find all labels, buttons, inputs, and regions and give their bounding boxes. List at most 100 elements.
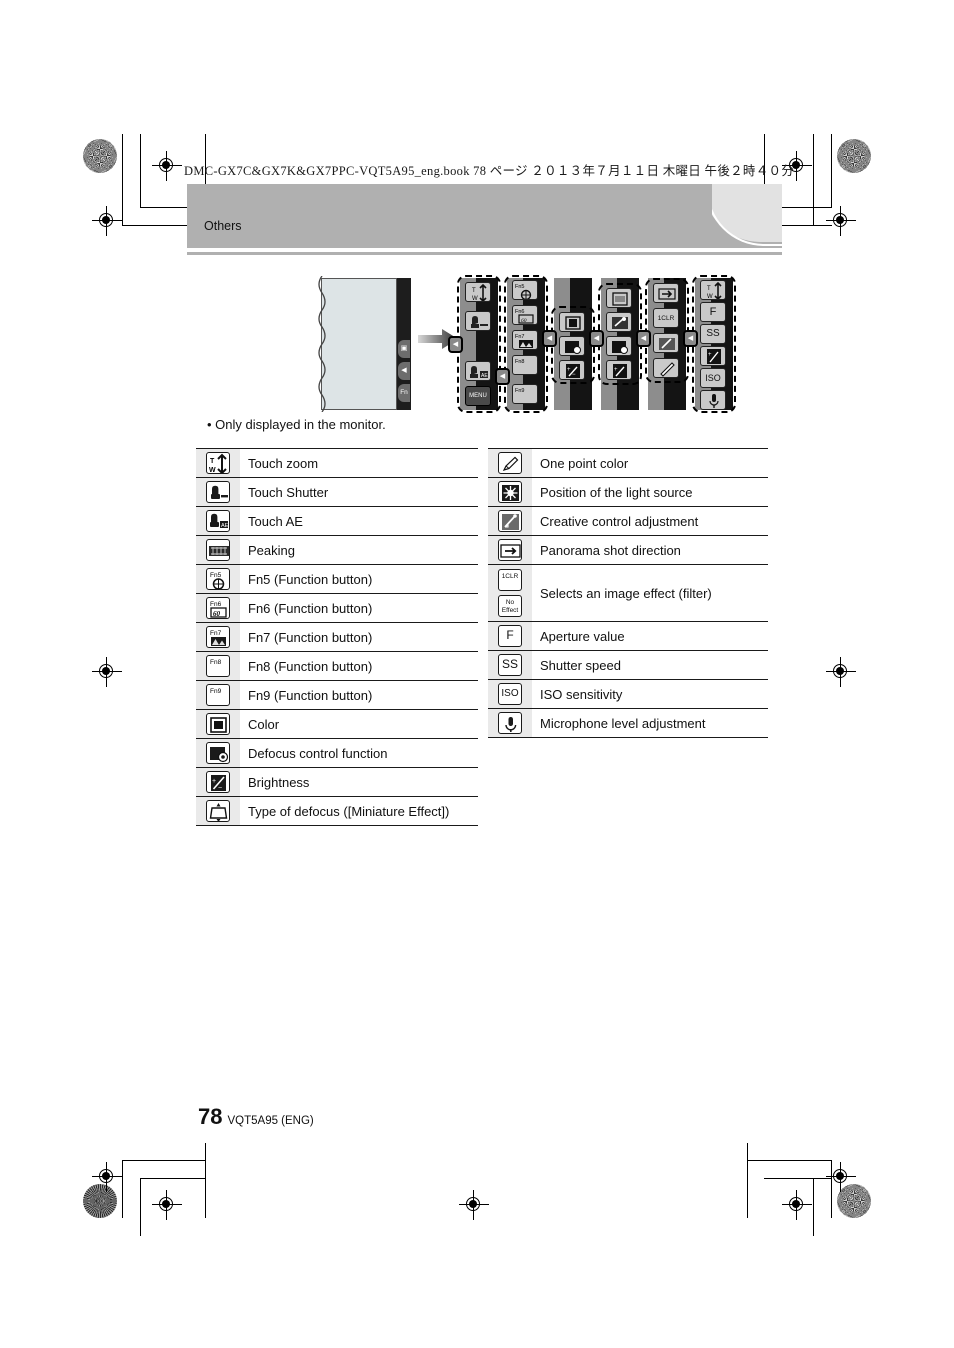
crop-line bbox=[122, 1160, 206, 1161]
registration-mark bbox=[782, 1190, 812, 1220]
table-row: One point color bbox=[488, 448, 768, 478]
icon-touch-zoom[interactable]: TW bbox=[700, 280, 726, 300]
fn8-icon: Fn8 bbox=[206, 655, 230, 677]
row-label: Touch Shutter bbox=[240, 477, 478, 507]
registration-mark bbox=[826, 1162, 856, 1192]
svg-text:−: − bbox=[572, 372, 576, 378]
section-band bbox=[187, 184, 782, 248]
table-row: Microphone level adjustment bbox=[488, 708, 768, 738]
icon-cell bbox=[196, 477, 240, 507]
row-label: ISO sensitivity bbox=[532, 679, 768, 709]
row-label: Fn9 (Function button) bbox=[240, 680, 478, 710]
icon-miniature[interactable] bbox=[606, 288, 632, 308]
svg-text:T: T bbox=[472, 288, 476, 294]
fn6-icon: Fn6 60 bbox=[206, 597, 230, 619]
row-label: Type of defocus ([Miniature Effect]) bbox=[240, 796, 478, 826]
table-row: Position of the light source bbox=[488, 477, 768, 507]
table-row: AE Touch AE bbox=[196, 506, 478, 536]
band-corner bbox=[712, 184, 782, 248]
icon-microphone[interactable] bbox=[700, 390, 726, 410]
icon-fn8[interactable]: Fn8 bbox=[512, 355, 538, 375]
registration-mark bbox=[92, 657, 122, 687]
icon-cell: Fn5 bbox=[196, 564, 240, 594]
svg-text:60: 60 bbox=[213, 610, 221, 618]
row-label: Microphone level adjustment bbox=[532, 708, 768, 738]
icon-brightness[interactable]: + − bbox=[559, 360, 585, 380]
peaking-icon bbox=[206, 539, 230, 561]
page-footer: 78 VQT5A95 (ENG) bbox=[198, 1104, 314, 1130]
row-label: Touch zoom bbox=[240, 448, 478, 478]
icon-one-point-color[interactable] bbox=[606, 312, 632, 332]
icon-touch-shutter[interactable] bbox=[465, 311, 491, 331]
icon-color[interactable] bbox=[559, 312, 585, 332]
tab-connector: ◀ bbox=[448, 336, 463, 353]
right-icon-table: One point color Position of the light so… bbox=[488, 448, 768, 738]
tab-connector: ◀ bbox=[683, 330, 698, 347]
icon-cell: Fn6 60 bbox=[196, 593, 240, 623]
row-label: Panorama shot direction bbox=[532, 535, 768, 565]
svg-text:Fn9: Fn9 bbox=[210, 688, 222, 695]
icon-fn6[interactable]: Fn6 60 bbox=[512, 305, 538, 325]
icon-brightness[interactable]: + bbox=[606, 360, 632, 380]
icon-cell: + − bbox=[196, 767, 240, 797]
row-label: Brightness bbox=[240, 767, 478, 797]
color-patch bbox=[837, 139, 871, 173]
icon-cell bbox=[488, 506, 532, 536]
tab-column-5: 1CLR ◀ bbox=[636, 278, 689, 410]
icon-cell: TW bbox=[196, 448, 240, 478]
svg-text:W: W bbox=[707, 294, 713, 300]
light-source-icon bbox=[498, 481, 522, 503]
crop-line bbox=[747, 1143, 748, 1218]
fn9-icon: Fn9 bbox=[206, 684, 230, 706]
tab-column-1: TW AE MENU ◀ bbox=[448, 275, 501, 413]
svg-text:+: + bbox=[212, 778, 216, 785]
fn5-icon: Fn5 bbox=[206, 568, 230, 590]
table-row: Color bbox=[196, 709, 478, 739]
icon-aperture[interactable]: F bbox=[700, 302, 726, 322]
svg-text:+: + bbox=[614, 367, 618, 373]
row-label: Fn6 (Function button) bbox=[240, 593, 478, 623]
table-row: F Aperture value bbox=[488, 621, 768, 651]
row-label: Fn7 (Function button) bbox=[240, 622, 478, 652]
tab-connector: ◀ bbox=[542, 330, 557, 347]
icon-defocus-control[interactable] bbox=[559, 336, 585, 356]
icon-creative-control[interactable] bbox=[653, 333, 679, 353]
crop-line bbox=[140, 1178, 141, 1236]
brightness-icon: + − bbox=[206, 771, 230, 793]
icon-cell: 1CLR No Effect bbox=[488, 564, 532, 622]
icon-iso[interactable]: ISO bbox=[700, 368, 726, 388]
icon-fn5[interactable]: Fn5 bbox=[512, 280, 538, 300]
touch-tab-figure: ▣ ◀ Fn TW AE MENU ◀ Fn5 Fn6 60 Fn7 Fn8 F… bbox=[300, 270, 736, 420]
svg-text:Fn6: Fn6 bbox=[515, 309, 524, 315]
icon-cell: SS bbox=[488, 650, 532, 680]
icon-fn7[interactable]: Fn7 bbox=[512, 330, 538, 350]
crop-line bbox=[140, 1178, 206, 1179]
tab-connector: ◀ bbox=[589, 330, 604, 347]
icon-1clr[interactable]: 1CLR bbox=[653, 308, 679, 328]
table-row: SS Shutter speed bbox=[488, 650, 768, 680]
table-row: Touch Shutter bbox=[196, 477, 478, 507]
registration-mark bbox=[459, 1190, 489, 1220]
table-row: Panorama shot direction bbox=[488, 535, 768, 565]
icon-fn9[interactable]: Fn9 bbox=[512, 384, 538, 404]
row-label: One point color bbox=[532, 448, 768, 478]
icon-defocus-control[interactable] bbox=[606, 336, 632, 356]
icon-touch-ae[interactable]: AE bbox=[465, 361, 491, 381]
icon-shutter-speed[interactable]: SS bbox=[700, 324, 726, 344]
row-label: Shutter speed bbox=[532, 650, 768, 680]
touch-ae-icon: AE bbox=[206, 510, 230, 532]
icon-menu[interactable]: MENU bbox=[465, 386, 491, 406]
icon-touch-zoom[interactable]: TW bbox=[465, 282, 491, 302]
row-label: Peaking bbox=[240, 535, 478, 565]
icon-panorama-direction[interactable] bbox=[653, 283, 679, 303]
table-row: ISO ISO sensitivity bbox=[488, 679, 768, 709]
icon-cell: Fn8 bbox=[196, 651, 240, 681]
icon-pen[interactable] bbox=[653, 358, 679, 378]
svg-text:Fn8: Fn8 bbox=[210, 659, 222, 666]
registration-mark bbox=[92, 206, 122, 236]
icon-brightness[interactable]: + bbox=[700, 346, 726, 366]
svg-text:W: W bbox=[209, 467, 216, 474]
icon-cell: F bbox=[488, 621, 532, 651]
table-row: Fn8 Fn8 (Function button) bbox=[196, 651, 478, 681]
table-row: + − Brightness bbox=[196, 767, 478, 797]
